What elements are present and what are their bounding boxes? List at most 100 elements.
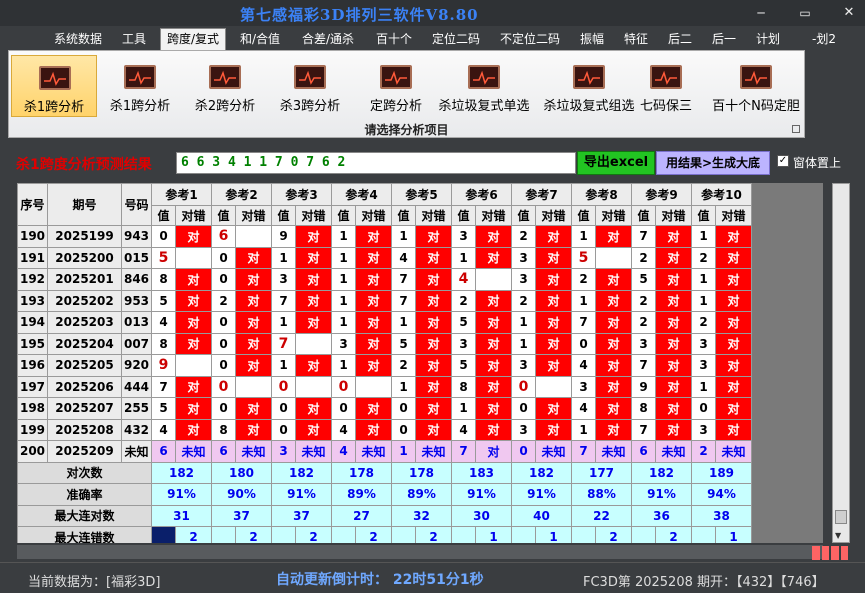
cell-mark: [535, 375, 572, 398]
cell-value: 7: [571, 311, 596, 334]
menu-item[interactable]: 和/合值: [240, 30, 280, 47]
menu-item[interactable]: 振幅: [580, 30, 604, 47]
cell-mark: 对: [415, 354, 452, 377]
vertical-scrollbar[interactable]: ▼: [832, 183, 850, 543]
status-lights: [812, 546, 848, 560]
cell-value: 1: [691, 268, 716, 291]
cell-value: 1: [391, 375, 416, 398]
menu-item[interactable]: 定位二码: [432, 30, 480, 47]
row-seq: 190: [17, 225, 48, 248]
stats-value: 2: [655, 526, 692, 543]
cell-mark: 对: [355, 397, 392, 420]
cell-mark: 对: [715, 354, 752, 377]
cell-value: 0: [211, 375, 236, 398]
ribbon-expand-icon[interactable]: [792, 125, 800, 133]
maximize-button[interactable]: ▭: [792, 4, 818, 22]
table-row[interactable]: 194 2025203 013 4 对 0 对 1 对 1 对 1 对 5 对 1 对 7 对 2 对 2 对: [17, 311, 752, 334]
stats-spacer: [691, 526, 716, 543]
column-header-value: 值: [511, 205, 536, 226]
cell-value: 3: [271, 268, 296, 291]
row-period: 2025200: [47, 246, 122, 269]
cell-value: 3: [511, 268, 536, 291]
menu-item[interactable]: 后一: [712, 30, 736, 47]
table-row[interactable]: 193 2025202 953 5 对 2 对 7 对 1 对 7 对 2 对 2 对 1 对 2 对 1 对: [17, 289, 752, 312]
cell-mark: 对: [175, 289, 212, 312]
generate-base-button[interactable]: 用结果>生成大底: [656, 151, 770, 175]
cell-value: 5: [451, 354, 476, 377]
cell-value: 7: [391, 289, 416, 312]
table-row[interactable]: 200 2025209 未知 6 未知 6 未知 3 未知 4 未知 1 未知 7 对 0 未知 7 未知 6 未知 2 未…: [17, 440, 752, 463]
cell-mark: 对: [535, 268, 572, 291]
menu-item[interactable]: 后二: [668, 30, 692, 47]
cell-value: 7: [571, 440, 596, 463]
table-row[interactable]: 191 2025200 015 5 0 对 1 对 1 对 4 对 1 对 3 对 5 2 对 2 对: [17, 246, 752, 269]
scrollbar-thumb[interactable]: [835, 510, 847, 524]
topmost-checkbox[interactable]: ✓: [777, 155, 789, 167]
cell-mark: 对: [235, 397, 272, 420]
ribbon-tool[interactable]: 杀1跨分析: [97, 55, 183, 117]
menu-item[interactable]: -划2: [812, 30, 836, 47]
ribbon-tool[interactable]: 杀3跨分析: [267, 55, 353, 117]
ribbon-tool[interactable]: 定跨分析: [353, 55, 439, 117]
ribbon-tool[interactable]: 杀2跨分析: [182, 55, 268, 117]
ribbon-tool-label: 定跨分析: [369, 99, 422, 114]
menu-item[interactable]: 特征: [624, 30, 648, 47]
result-field[interactable]: 6 6 3 4 1 1 7 0 7 6 2: [176, 152, 576, 174]
cell-mark: 对: [595, 289, 632, 312]
ribbon-tool[interactable]: 百十个N码定胆: [709, 55, 803, 117]
table-row[interactable]: 198 2025207 255 5 对 0 对 0 对 0 对 0 对 1 对 0 对 4 对 8 对 0 对: [17, 397, 752, 420]
cell-value: 2: [451, 289, 476, 312]
minimize-button[interactable]: ─: [748, 4, 774, 22]
table-row[interactable]: 195 2025204 007 8 对 0 对 7 3 对 5 对 3 对 1 对 0 对 3 对 3 对: [17, 332, 752, 355]
cell-mark: 对: [175, 332, 212, 355]
ribbon-tool[interactable]: 七码保三: [623, 55, 709, 117]
menu-item[interactable]: 不定位二码: [500, 30, 560, 47]
menu-item[interactable]: 跨度/复式: [160, 28, 227, 51]
cell-mark: 对: [655, 289, 692, 312]
cell-value: 5: [391, 332, 416, 355]
analysis-grid: 序号 期号 号码 参考1 参考2 参考3 参考4 参考5 参考6 参考7 参考8 参考9 参考10 值对错…: [17, 183, 823, 543]
menu-item[interactable]: 系统数据: [54, 30, 102, 47]
scroll-down-icon[interactable]: ▼: [835, 531, 841, 540]
cell-value: 3: [511, 354, 536, 377]
cell-mark: 对: [235, 246, 272, 269]
menu-item[interactable]: 合差/通杀: [302, 30, 354, 47]
cell-value: 1: [511, 311, 536, 334]
ribbon-tool[interactable]: 杀1跨分析: [11, 55, 97, 117]
cell-value: 0: [211, 332, 236, 355]
cell-mark: [595, 246, 632, 269]
menu-item[interactable]: 百十个: [376, 30, 412, 47]
cell-value: 1: [691, 375, 716, 398]
stats-row: 最大连错数 2 2 2 2 2 1 1 2 2 1: [17, 526, 752, 543]
cell-mark: 未知: [235, 440, 272, 463]
menu-item[interactable]: 工具: [122, 30, 146, 47]
column-header-value: 值: [451, 205, 476, 226]
update-countdown: 自动更新倒计时： 22时51分1秒: [276, 572, 484, 588]
table-row[interactable]: 190 2025199 943 0 对 6 9 对 1 对 1 对 3 对 2 对 1 对 7 对 1 对: [17, 225, 752, 248]
stats-spacer: [631, 526, 656, 543]
chart-icon: [650, 65, 682, 89]
row-number: 007: [121, 332, 152, 355]
cell-mark: 对: [655, 311, 692, 334]
close-button[interactable]: ✕: [836, 4, 862, 22]
table-row[interactable]: 192 2025201 846 8 对 0 对 3 对 1 对 7 对 4 3 对 2 对 5 对 1 对: [17, 268, 752, 291]
cell-value: 0: [511, 440, 536, 463]
table-row[interactable]: 196 2025205 920 9 0 对 1 对 1 对 2 对 5 对 3 对 4 对 7 对 3 对: [17, 354, 752, 377]
chart-icon: [573, 65, 605, 89]
cell-mark: 对: [355, 246, 392, 269]
stats-row: 最大连对数 31 37 37 27 32 30 40 22 36 38: [17, 504, 752, 527]
cell-mark: 对: [175, 397, 212, 420]
menu-item[interactable]: 计划: [756, 30, 780, 47]
cell-value: 3: [451, 332, 476, 355]
stats-label: 最大连错数: [17, 526, 152, 543]
export-excel-button[interactable]: 导出excel: [577, 151, 655, 175]
ribbon-tool[interactable]: 杀垃圾复式单选: [431, 55, 537, 117]
table-row[interactable]: 199 2025208 432 4 对 8 对 0 对 4 对 0 对 4 对 3 对 1 对 7 对 3 对: [17, 418, 752, 441]
cell-mark: 对: [355, 268, 392, 291]
table-row[interactable]: 197 2025206 444 7 对 0 0 0 1 对 8 对 0 3 对 9 对 1 对: [17, 375, 752, 398]
last-draw-info: FC3D第 2025208 期开：【432】【746】: [583, 575, 825, 590]
stats-value: 37: [211, 504, 272, 527]
column-header-mark: 对错: [595, 205, 632, 226]
cell-mark: 对: [595, 375, 632, 398]
row-period: 2025206: [47, 375, 122, 398]
